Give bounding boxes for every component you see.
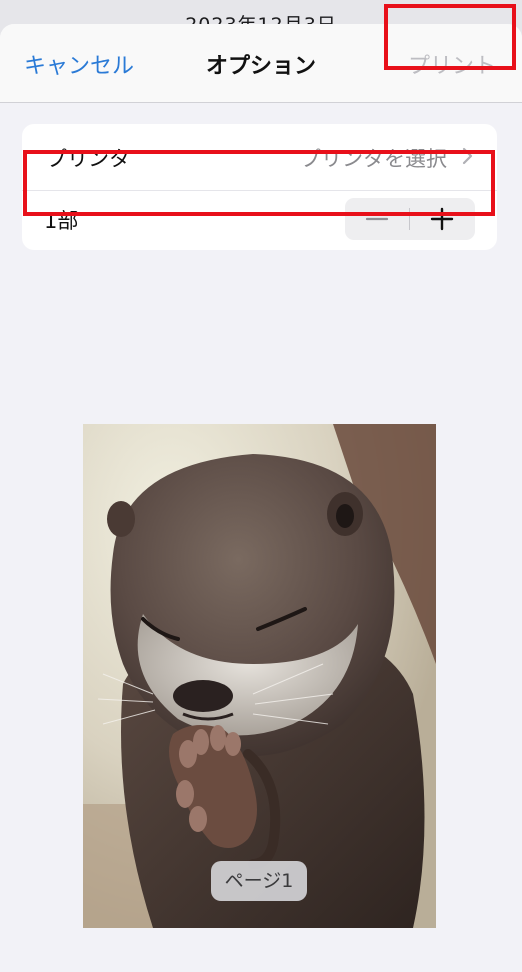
page-number-badge: ページ1 [211, 861, 307, 901]
printer-row-highlight [23, 150, 495, 216]
print-button-highlight [384, 4, 516, 70]
print-preview-page[interactable] [83, 424, 436, 928]
otter-photo [83, 424, 436, 928]
print-options-screen: 2023年12月3日 キャンセル オプション プリント プリンタ プリンタを選択… [0, 0, 522, 972]
